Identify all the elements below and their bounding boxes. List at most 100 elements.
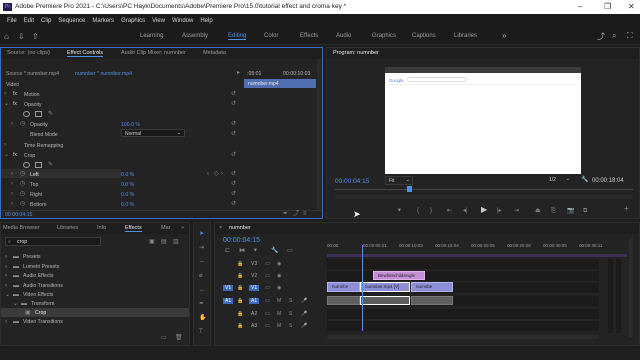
tab-markers[interactable]: Mar [161, 225, 170, 231]
solo-track-icon[interactable]: S [289, 311, 292, 317]
tree-item-crop[interactable]: Crop [35, 310, 46, 316]
menu-edit[interactable]: Edit [24, 14, 34, 28]
workspace-assembly[interactable]: Assembly [182, 33, 208, 39]
zoom-select[interactable]: Fit ⌄ [385, 176, 413, 185]
workspace-libraries[interactable]: Libraries [454, 33, 477, 39]
fx-icon[interactable]: fx [13, 152, 17, 158]
menu-help[interactable]: Help [200, 14, 212, 28]
reset-opacity-icon[interactable]: ↺ [231, 101, 236, 107]
accelerated-effects-icon[interactable]: ▣ [149, 239, 155, 245]
expand-arrow-icon[interactable]: › [11, 181, 13, 187]
tab-libraries[interactable]: Libraries [57, 225, 78, 231]
reset-icon[interactable]: ↺ [231, 121, 236, 127]
rectangle-mask-icon[interactable] [35, 162, 42, 168]
reset-icon[interactable]: ↺ [231, 191, 236, 197]
pen-mask-icon[interactable]: ✎ [48, 111, 53, 117]
sequence-tab[interactable]: numnber [229, 225, 251, 231]
export-frame-icon[interactable]: ⤴ [293, 211, 299, 217]
source-clip-label[interactable]: Source * numnber.mp4 [6, 71, 59, 77]
effects-search-field[interactable]: ⌕ crop [5, 237, 101, 246]
collapse-arrow-icon[interactable]: › [4, 91, 6, 97]
lock-track-icon[interactable]: 🔒 [237, 298, 243, 304]
prev-keyframe-icon[interactable]: ‹ [207, 171, 209, 177]
crop-left-value[interactable]: 0.0 % [121, 172, 134, 178]
lock-track-icon[interactable]: 🔒 [237, 311, 243, 317]
menu-view[interactable]: View [152, 14, 165, 28]
solo-track-icon[interactable]: S [289, 298, 292, 304]
tab-effects[interactable]: Effects [125, 225, 142, 232]
timeline-zoom-scrollbar[interactable] [327, 335, 599, 339]
sync-lock-icon[interactable]: ▭ [265, 285, 270, 291]
voiceover-record-icon[interactable]: 🎤 [301, 298, 307, 304]
voiceover-record-icon[interactable]: 🎤 [301, 323, 307, 329]
tree-item-video-transitions[interactable]: Video Transitions [23, 319, 63, 325]
timeline-timecode[interactable]: 00:00:04:15 [223, 237, 260, 244]
stopwatch-icon[interactable]: ◷ [20, 191, 25, 197]
reset-crop-icon[interactable]: ↺ [231, 152, 236, 158]
v1-clip-a[interactable]: numnbe [327, 282, 360, 292]
tree-item-audio-transitions[interactable]: Audio Transitions [23, 283, 63, 289]
expand-arrow-icon[interactable]: ⌄ [13, 301, 18, 307]
track-label-a1[interactable]: A1 [249, 298, 260, 304]
step-back-icon[interactable]: ◂| [463, 208, 468, 214]
lock-track-icon[interactable]: 🔒 [237, 285, 243, 291]
ellipse-mask-icon[interactable] [23, 162, 30, 168]
minimize-icon[interactable]: – [578, 2, 582, 11]
source-patch-v1[interactable]: V1 [223, 285, 234, 291]
yuv-effects-icon[interactable]: ▥ [173, 239, 179, 245]
voiceover-record-icon[interactable]: 🎤 [301, 311, 307, 317]
mark-in-icon[interactable]: { [417, 208, 419, 214]
lift-icon[interactable]: ⏏ [535, 208, 541, 214]
program-timecode[interactable]: 00:00:04:15 [335, 178, 369, 185]
workspace-editing[interactable]: Editing [228, 33, 247, 40]
sync-lock-icon[interactable]: ▭ [265, 261, 270, 267]
reset-icon[interactable]: ↺ [231, 131, 236, 137]
add-marker-icon[interactable]: ⯆ [397, 208, 402, 214]
play-audio-icon[interactable]: ▸ [237, 70, 240, 76]
rectangle-mask-icon[interactable] [35, 111, 42, 117]
close-sequence-icon[interactable]: × [219, 225, 222, 231]
v1-clip-c[interactable]: numnbe [411, 282, 453, 292]
pen-tool-icon[interactable]: ✒ [199, 301, 204, 307]
track-select-tool-icon[interactable]: ⇥ [199, 245, 204, 251]
stopwatch-icon[interactable]: ◷ [20, 121, 25, 127]
track-label-v2[interactable]: V2 [249, 273, 259, 279]
menu-window[interactable]: Window [172, 14, 193, 28]
fx-icon[interactable]: fx [13, 101, 17, 107]
fx-icon[interactable]: fx [13, 91, 17, 97]
wrench-icon[interactable]: 🔧 [581, 177, 588, 183]
track-label-v3[interactable]: V3 [249, 261, 259, 267]
motion-label[interactable]: Motion [24, 92, 40, 98]
more-tabs-icon[interactable]: » [181, 225, 184, 231]
collapse-arrow-icon[interactable]: › [5, 254, 7, 260]
menu-file[interactable]: File [7, 14, 17, 28]
tree-item-audio-effects[interactable]: Audio Effects [23, 273, 53, 279]
next-keyframe-icon[interactable]: › [221, 171, 223, 177]
collapse-arrow-icon[interactable]: › [5, 264, 7, 270]
pen-mask-icon[interactable]: ✎ [48, 162, 53, 168]
workspace-graphics[interactable]: Graphics [372, 33, 396, 39]
workspace-audio[interactable]: Audio [336, 33, 351, 39]
tree-item-presets[interactable]: Presets [23, 254, 41, 260]
sync-lock-icon[interactable]: ▭ [265, 323, 270, 329]
type-tool-icon[interactable]: T [199, 329, 203, 335]
lock-track-icon[interactable]: 🔒 [237, 261, 243, 267]
sync-lock-icon[interactable]: ▭ [265, 311, 270, 317]
collapse-arrow-icon[interactable]: › [5, 283, 7, 289]
collapse-arrow-icon[interactable]: › [5, 319, 7, 325]
stopwatch-icon[interactable]: ◷ [20, 171, 25, 177]
lock-track-icon[interactable]: 🔒 [237, 273, 243, 279]
track-label-a2[interactable]: A2 [249, 311, 259, 317]
32bit-effects-icon[interactable]: ▤ [161, 239, 167, 245]
menu-sequence[interactable]: Sequence [58, 14, 85, 28]
expand-arrow-icon[interactable]: › [11, 171, 13, 177]
camera-icon[interactable]: 📷 [567, 208, 574, 214]
toggle-output-icon[interactable]: ◉ [277, 261, 281, 267]
step-forward-icon[interactable]: |▸ [497, 208, 502, 214]
add-keyframe-icon[interactable]: ◇ [214, 171, 219, 177]
sync-lock-icon[interactable]: ▭ [265, 298, 270, 304]
tab-info[interactable]: Info [97, 225, 106, 231]
workspace-effects[interactable]: Effects [300, 33, 318, 39]
reset-icon[interactable]: ↺ [231, 181, 236, 187]
blend-mode-select[interactable]: Normal ⌄ [121, 129, 185, 137]
